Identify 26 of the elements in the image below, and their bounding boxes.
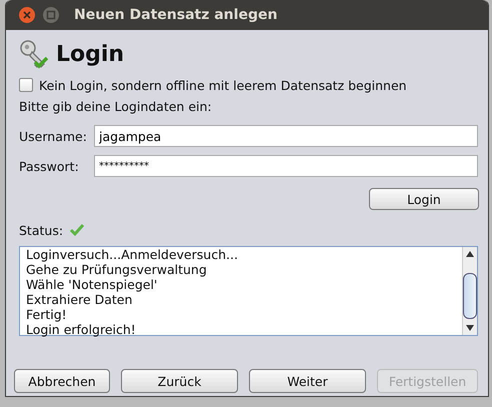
field-label: Username: — [19, 128, 88, 144]
log-line: Loginversuch...Anmeldeversuch... — [26, 247, 239, 262]
password-field[interactable]: ********** — [94, 155, 478, 177]
wizard-button[interactable]: Abbrechen — [14, 369, 110, 393]
heading: Login — [56, 42, 124, 66]
log-line: Login erfolgreich! — [26, 322, 137, 337]
log-line: Wähle 'Notenspiegel' — [26, 277, 158, 292]
wizard-button[interactable]: Weiter — [249, 369, 366, 393]
log-line: Gehe zu Prüfungsverwaltung — [26, 262, 208, 277]
log-line: Fertig! — [26, 307, 68, 322]
down-arrow-icon[interactable] — [464, 323, 476, 333]
instruction-text: Bitte gib deine Logindaten ein: — [19, 99, 213, 116]
checkbox[interactable] — [19, 78, 33, 92]
up-arrow-icon[interactable] — [464, 249, 476, 259]
checkbox-label: Kein Login, sondern offline mit leerem Datensatz beginnen — [39, 78, 407, 92]
scrollbar-thumb[interactable] — [463, 273, 477, 319]
status-label: Status: — [19, 222, 64, 238]
login-button[interactable]: Login — [369, 188, 479, 210]
window-title: Neuen Datensatz anlegen — [74, 7, 278, 23]
wizard-button[interactable]: Zurück — [121, 369, 238, 393]
username-field[interactable]: jagampea — [94, 125, 478, 147]
log-line: Extrahiere Daten — [26, 292, 134, 307]
close-icon[interactable] — [18, 6, 36, 24]
scrollbar[interactable] — [462, 247, 477, 335]
key-check-icon — [19, 38, 51, 70]
field-label: Passwort: — [19, 158, 80, 174]
